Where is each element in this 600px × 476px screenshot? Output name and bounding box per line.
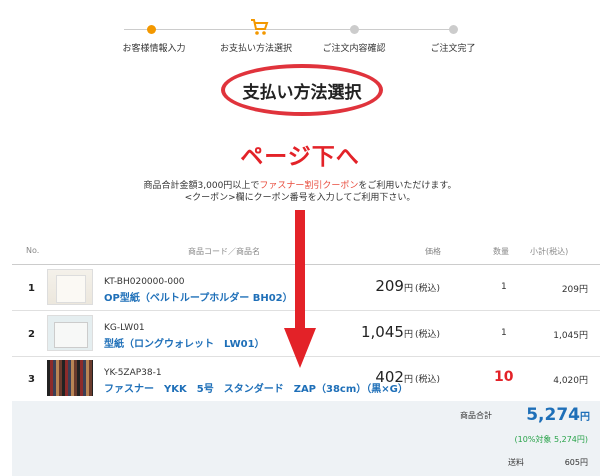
price-value: 1,045 [361,323,404,341]
step-dot-confirm [350,25,359,34]
page-down-link[interactable]: ページ下へ [0,137,600,171]
product-name-link[interactable]: ファスナー YKK 5号 スタンダード ZAP（38cm）（黒×G） [104,380,408,395]
product-thumbnail[interactable] [47,315,93,351]
cart-icon [251,19,269,35]
product-code: YK-5ZAP38-1 [104,368,162,378]
product-price: 209円 (税込) [375,277,440,295]
product-price: 1,045円 (税込) [361,323,440,341]
product-thumbnail[interactable] [47,269,93,305]
header-product: 商品コード／商品名 [188,247,260,256]
total-amount: 5,274円 [526,405,590,425]
total-value: 5,274 [526,405,580,425]
checkout-progress: お客様情報入力 お支払い方法選択 ご注文内容確認 ご注文完了 [0,0,600,60]
page-title: 支払い方法選択 [242,83,362,103]
product-code: KT-BH020000-000 [104,277,185,287]
product-quantity: 10 [494,369,514,385]
price-tax: (税込) [414,284,440,294]
total-unit: 円 [580,412,590,423]
step-label-payment: お支払い方法選択 [219,44,293,54]
shipping-label: 送料 [508,458,524,467]
product-subtotal: 1,045円 [553,331,588,341]
price-tax: (税込) [414,375,440,385]
row-number: 1 [28,283,35,294]
tax-note: (10%対象 5,274円) [514,435,588,444]
price-tax: (税込) [414,330,440,340]
header-no: No. [26,246,40,255]
product-name-link[interactable]: 型紙（ロングウォレット LW01） [104,335,265,350]
row-number: 2 [28,329,35,340]
price-unit: 円 [403,284,413,294]
product-code: KG-LW01 [104,323,145,333]
row-number: 3 [28,374,35,385]
coupon-notice-line2: <クーポン>欄にクーポン番号を入力してご利用下さい。 [184,193,416,203]
price-unit: 円 [403,375,413,385]
price-unit: 円 [403,330,413,340]
step-dot-customer-info [147,25,156,34]
down-arrow-icon [284,210,316,368]
page-title-block: 支払い方法選択 [221,64,383,116]
step-label-customer-info: お客様情報入力 [122,44,186,54]
header-qty: 数量 [493,247,509,256]
product-subtotal: 209円 [561,285,588,295]
price-value: 209 [375,277,404,295]
progress-line [124,29,454,30]
step-dot-complete [449,25,458,34]
order-summary: 商品合計 5,274円 (10%対象 5,274円) 送料 605円 [12,401,600,476]
product-name-link[interactable]: OP型紙（ベルトループホルダー BH02） [104,289,293,304]
price-value: 402 [375,368,404,386]
product-quantity: 1 [501,282,507,292]
step-label-complete: ご注文完了 [430,44,476,54]
step-label-confirm: ご注文内容確認 [322,44,386,54]
header-subtotal: 小計(税込) [530,247,569,256]
product-price: 402円 (税込) [375,368,440,386]
shipping-value: 605円 [564,458,588,467]
header-price: 価格 [425,247,441,256]
total-label: 商品合計 [460,411,492,420]
product-quantity: 1 [501,328,507,338]
product-subtotal: 4,020円 [553,376,588,386]
product-thumbnail[interactable] [47,360,93,396]
